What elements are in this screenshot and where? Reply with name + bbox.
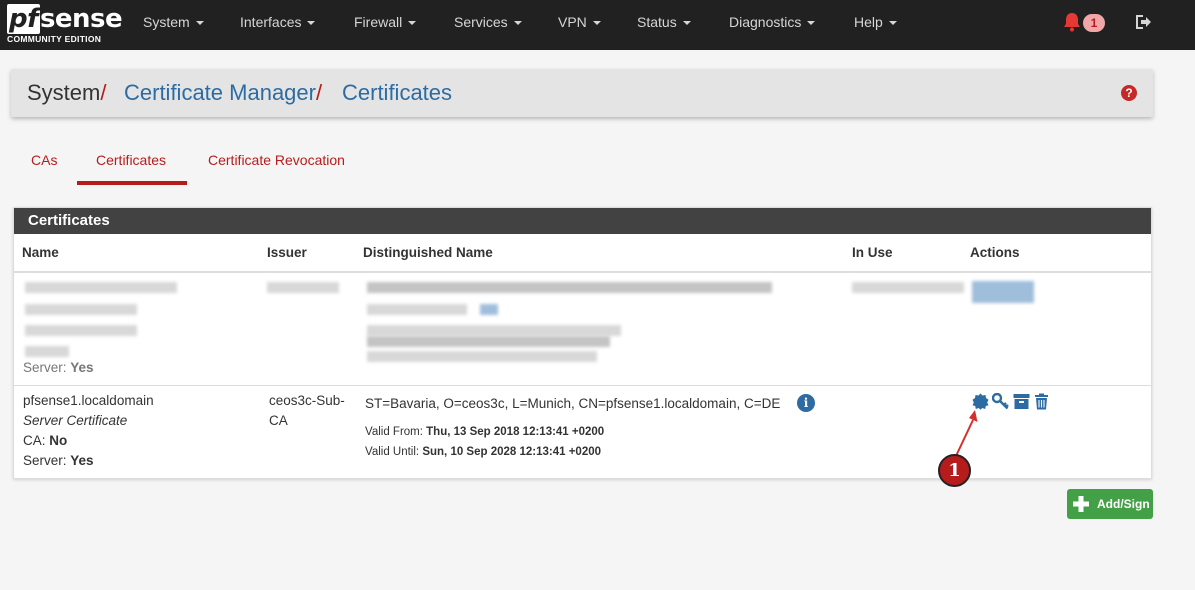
redacted-text (852, 282, 964, 293)
column-header-name: Name (22, 245, 59, 260)
tab-certificates[interactable]: Certificates (96, 152, 166, 168)
valid-from-label: Valid From: (365, 426, 423, 438)
add-sign-label: Add/Sign (1097, 497, 1150, 511)
redacted-text (267, 282, 339, 293)
caret-down-icon (513, 21, 522, 26)
nav-system-label: System (143, 14, 190, 30)
nav-firewall-label: Firewall (354, 14, 403, 30)
info-icon[interactable]: i (797, 394, 815, 412)
nav-diagnostics-label: Diagnostics (729, 14, 802, 30)
breadcrumb-level2[interactable]: Certificates (342, 80, 452, 105)
header-divider (14, 271, 1151, 273)
add-sign-button[interactable]: Add/Sign (1067, 489, 1153, 519)
nav-interfaces[interactable]: Interfaces (240, 0, 316, 50)
certificates-panel: Certificates Name Issuer Distinguished N… (13, 207, 1152, 479)
nav-diagnostics[interactable]: Diagnostics (729, 0, 816, 50)
column-header-actions: Actions (970, 245, 1020, 260)
valid-from-value: Thu, 13 Sep 2018 12:13:41 +0200 (426, 426, 605, 438)
cert-name: pfsense1.localdomain (23, 393, 154, 408)
breadcrumb-certificates[interactable]: Certificates (342, 80, 452, 106)
valid-until-value: Sun, 10 Sep 2028 12:13:41 +0200 (422, 446, 602, 458)
caret-down-icon (888, 21, 897, 26)
redacted-text (25, 346, 69, 357)
logo-suffix: sense (39, 4, 123, 34)
caret-down-icon (408, 21, 417, 26)
plus-icon (1073, 496, 1089, 512)
redacted-text (367, 351, 597, 362)
certificate-icon[interactable] (972, 393, 989, 410)
redacted-text (25, 304, 137, 315)
top-navbar: pfsense COMMUNITY EDITION System Interfa… (0, 0, 1195, 50)
key-icon[interactable] (992, 393, 1009, 410)
cert-distinguished-name: ST=Bavaria, O=ceos3c, L=Munich, CN=pfsen… (365, 396, 781, 411)
redacted-text (367, 304, 467, 315)
row-divider (14, 385, 1151, 386)
redacted-actions (972, 281, 1034, 303)
nav-help-label: Help (854, 14, 883, 30)
server-label: Server: (23, 360, 67, 375)
breadcrumb-certificate-manager[interactable]: Certificate Manager/ (124, 80, 322, 106)
valid-from: Valid From: Thu, 13 Sep 2018 12:13:41 +0… (365, 422, 604, 442)
breadcrumb-separator: / (100, 80, 107, 105)
logout-icon[interactable] (1134, 13, 1152, 31)
ca-value: No (49, 433, 68, 448)
cert-ca-flag: CA: No (23, 431, 67, 451)
server-value: Yes (70, 453, 94, 468)
archive-icon[interactable] (1013, 393, 1030, 410)
caret-down-icon (682, 21, 691, 26)
nav-services-label: Services (454, 14, 508, 30)
pfsense-logo[interactable]: pfsense COMMUNITY EDITION (7, 4, 123, 46)
blurred-server-flag: Server: Yes (23, 358, 94, 378)
question-circle-icon[interactable]: ? (1121, 85, 1137, 101)
nav-interfaces-label: Interfaces (240, 14, 302, 30)
redacted-text (367, 336, 610, 347)
tab-cas[interactable]: CAs (31, 152, 57, 168)
caret-down-icon (592, 21, 601, 26)
nav-services[interactable]: Services (454, 0, 522, 50)
nav-help[interactable]: Help (854, 0, 897, 50)
nav-firewall[interactable]: Firewall (354, 0, 417, 50)
server-label: Server: (23, 453, 67, 468)
breadcrumb-root: System (27, 80, 101, 105)
notification-badge[interactable]: 1 (1083, 14, 1105, 32)
cert-issuer-line2: CA (269, 413, 288, 428)
server-value: Yes (70, 360, 94, 375)
redacted-text (367, 282, 772, 293)
logo-prefix: pf (7, 4, 40, 34)
nav-vpn-label: VPN (558, 14, 587, 30)
logo-edition: COMMUNITY EDITION (7, 34, 102, 44)
valid-until-label: Valid Until: (365, 446, 420, 458)
panel-title: Certificates (14, 208, 1151, 234)
bell-icon[interactable] (1063, 12, 1081, 32)
redacted-icon (480, 304, 498, 315)
redacted-text (25, 325, 137, 336)
redacted-text (367, 325, 621, 336)
column-header-in-use: In Use (852, 245, 893, 260)
logo-text: pfsense (7, 4, 123, 34)
valid-until: Valid Until: Sun, 10 Sep 2028 12:13:41 +… (365, 442, 601, 462)
column-header-issuer: Issuer (267, 245, 307, 260)
caret-down-icon (195, 21, 204, 26)
active-tab-indicator (77, 181, 187, 185)
redacted-text (25, 282, 177, 293)
annotation-marker: 1 (938, 454, 971, 487)
nav-status-label: Status (637, 14, 677, 30)
cert-server-flag: Server: Yes (23, 451, 94, 471)
nav-status[interactable]: Status (637, 0, 691, 50)
trash-icon[interactable] (1033, 393, 1050, 410)
column-header-distinguished-name: Distinguished Name (363, 245, 493, 260)
caret-down-icon (807, 21, 816, 26)
breadcrumb-separator: / (315, 80, 323, 105)
tab-certificate-revocation[interactable]: Certificate Revocation (208, 152, 345, 168)
breadcrumb-level1[interactable]: Certificate Manager (124, 80, 316, 105)
ca-label: CA: (23, 433, 46, 448)
nav-vpn[interactable]: VPN (558, 0, 601, 50)
caret-down-icon (307, 21, 316, 26)
nav-system[interactable]: System (143, 0, 204, 50)
cert-type: Server Certificate (23, 413, 128, 428)
breadcrumb-system: System/ (27, 80, 106, 106)
breadcrumb: System/ Certificate Manager/ Certificate… (11, 69, 1153, 117)
cert-issuer-line1: ceos3c-Sub- (269, 393, 345, 408)
